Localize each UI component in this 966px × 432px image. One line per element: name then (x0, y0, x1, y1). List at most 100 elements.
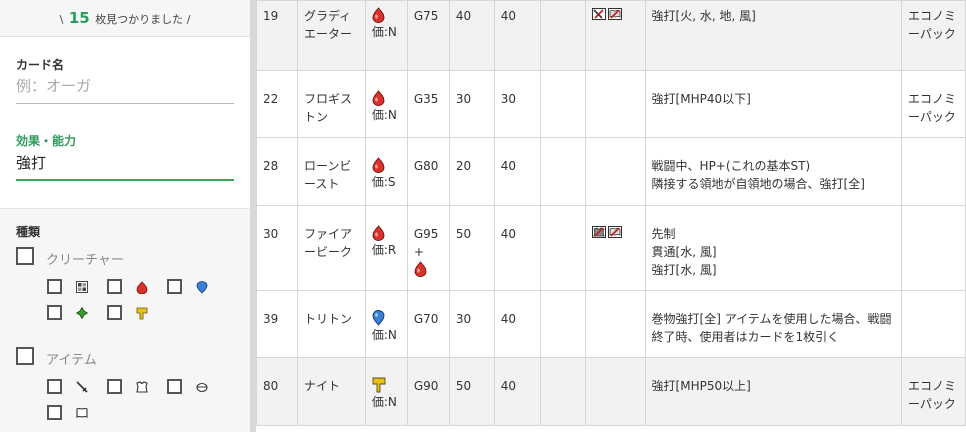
card-st: 30 (455, 92, 472, 106)
card-st: 40 (455, 9, 472, 23)
no-scroll-icon (607, 226, 622, 238)
fire-element-icon (372, 7, 401, 23)
fire-element-icon (414, 261, 443, 282)
wind-filter-checkbox[interactable] (107, 305, 122, 320)
fire-element-icon (134, 279, 150, 295)
effect-input[interactable] (16, 149, 234, 179)
price-rank: 価:N (371, 328, 397, 342)
armor-filter-checkbox[interactable] (107, 379, 122, 394)
card-name: グラディエーター (303, 9, 352, 41)
cell-cost: G75 (406, 0, 450, 71)
cell-name: ナイト (296, 357, 366, 426)
table-row[interactable]: 30 ファイアービーク 価:R G95 + 50 40 先制 貫通[水, 風] 強打[水, … (256, 205, 966, 291)
cell-hp: 40 (493, 290, 541, 358)
cell-cost: G95 + (406, 205, 450, 291)
armor-icon (134, 379, 150, 395)
cell-name: トリトン (296, 290, 366, 358)
earth-element-icon (74, 305, 90, 321)
card-name: ナイト (303, 379, 340, 393)
water-element-icon (372, 310, 401, 326)
cell-element: 価:N (364, 0, 408, 71)
cell-pack (901, 137, 966, 206)
cell-blank (539, 137, 586, 206)
effect-label: 効果・能力 (16, 134, 77, 148)
cell-restrict (584, 137, 646, 206)
cell-no: 39 (256, 290, 298, 358)
cell-st: 50 (448, 357, 495, 426)
table-row[interactable]: 22 フロギストン 価:N G35 30 30 強打[MHP40以下] エコノミーパック (256, 70, 966, 138)
cell-st: 30 (448, 290, 495, 358)
card-name: トリトン (303, 312, 352, 326)
effect-underline (16, 179, 234, 181)
cell-element: 価:N (364, 290, 408, 358)
card-cost: G35 (413, 92, 439, 106)
cell-element: 価:S (364, 137, 408, 206)
creature-checkbox[interactable] (16, 247, 34, 265)
cell-blank (539, 70, 586, 138)
card-hp: 40 (500, 312, 517, 326)
table-row[interactable]: 39 トリトン価:N G70 30 40 巻物強打[全] アイテムを使用した場合、戦闘終了… (256, 290, 966, 358)
card-ability: 戦闘中、HP+(これの基本ST) 隣接する領地が自領地の場合、強打[全] (651, 159, 865, 191)
cell-hp: 40 (493, 0, 541, 71)
results-count: 15 (68, 9, 90, 27)
cell-ability: 戦闘中、HP+(これの基本ST) 隣接する領地が自領地の場合、強打[全] (644, 137, 903, 206)
card-number: 39 (263, 312, 279, 326)
card-ability: 強打[火, 水, 地, 風] (651, 9, 756, 23)
cell-st: 30 (448, 70, 495, 138)
cell-no: 28 (256, 137, 298, 206)
card-cost: G75 (413, 9, 439, 23)
cell-element: 価:N (364, 70, 408, 138)
card-pack: エコノミーパック (908, 9, 957, 41)
card-name-field: カード名 (0, 56, 250, 104)
cell-st: 40 (448, 0, 495, 71)
cell-cost: G90 (406, 357, 450, 426)
price-rank: 価:R (371, 243, 397, 257)
card-hp: 40 (500, 159, 517, 173)
cell-hp: 30 (493, 70, 541, 138)
cell-cost: G70 (406, 290, 450, 358)
item-checkbox[interactable] (16, 347, 34, 365)
scroll-filter-checkbox[interactable] (47, 405, 62, 420)
cell-restrict (584, 290, 646, 358)
cell-no: 80 (256, 357, 298, 426)
card-hp: 40 (500, 9, 517, 23)
cell-st: 50 (448, 205, 495, 291)
card-ability: 巻物強打[全] アイテムを使用した場合、戦闘終了時、使用者はカードを1枚引く (651, 312, 892, 344)
card-name: フロギストン (303, 92, 352, 124)
cell-ability: 先制 貫通[水, 風] 強打[水, 風] (644, 205, 903, 291)
card-cost: G70 (413, 312, 439, 326)
cell-pack (901, 205, 966, 291)
cell-blank (539, 205, 586, 291)
table-row[interactable]: 80 ナイト 価:N G90 50 40 強打[MHP50以上] エコノミーパック (256, 357, 966, 426)
cell-pack: エコノミーパック (901, 70, 966, 138)
type-filter-panel: 種類 クリーチャー アイテム (0, 208, 250, 432)
table-row[interactable]: 19 グラディエーター 価:N G75 40 40 強打[火, 水, 地, 風] エコノミーパ… (256, 0, 966, 71)
cell-pack: エコノミーパック (901, 0, 966, 71)
cell-pack (901, 290, 966, 358)
card-cost: G90 (413, 379, 439, 393)
neutral-filter-checkbox[interactable] (47, 279, 62, 294)
card-cost: G80 (413, 159, 439, 173)
water-filter-checkbox[interactable] (167, 279, 182, 294)
results-text: 枚見つかりました (95, 13, 184, 26)
card-st: 20 (455, 159, 472, 173)
cell-name: フロギストン (296, 70, 366, 138)
cell-element: 価:N (364, 357, 408, 426)
card-name-input[interactable] (16, 73, 234, 103)
card-pack: エコノミーパック (908, 379, 957, 411)
tool-filter-checkbox[interactable] (167, 379, 182, 394)
card-hp: 30 (500, 92, 517, 106)
table-row[interactable]: 28 ローンビースト 価:S G80 20 40 戦闘中、HP+(これの基本ST) 隣接する… (256, 137, 966, 206)
cell-element: 価:R (364, 205, 408, 291)
no-armor-icon (591, 226, 606, 238)
cell-blank (539, 357, 586, 426)
cell-name: グラディエーター (296, 0, 366, 71)
earth-filter-checkbox[interactable] (47, 305, 62, 320)
fire-filter-checkbox[interactable] (107, 279, 122, 294)
card-cost: G95 + (413, 227, 439, 259)
weapon-filter-checkbox[interactable] (47, 379, 62, 394)
cell-hp: 40 (493, 357, 541, 426)
cell-blank (539, 0, 586, 71)
cell-ability: 強打[MHP50以上] (644, 357, 903, 426)
price-rank: 価:N (371, 108, 397, 122)
